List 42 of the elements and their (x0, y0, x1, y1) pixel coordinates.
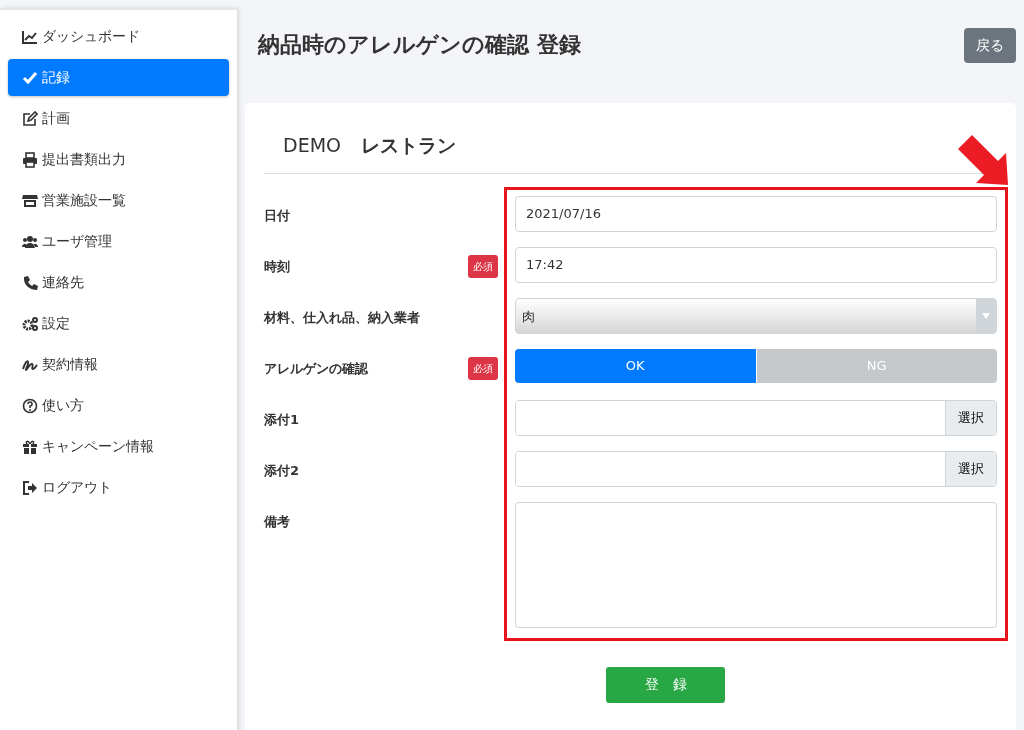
chart-line-icon (22, 28, 38, 45)
sign-out-icon (22, 479, 38, 496)
sidebar-item[interactable]: 営業施設一覧 (8, 182, 229, 219)
remarks-field[interactable] (515, 501, 997, 628)
sidebar-item[interactable]: 記録 (8, 59, 229, 96)
toggle-option[interactable]: OK (515, 348, 756, 383)
sidebar-item[interactable]: 計画 (8, 100, 229, 137)
field-label: 材料、仕入れ品、納入業者 (264, 308, 420, 327)
page-title: 納品時のアレルゲンの確認 登録 (258, 32, 581, 59)
input-field[interactable]: 2021/07/16 (515, 195, 997, 232)
facility-name: レストラン (361, 133, 456, 158)
users-icon (22, 233, 38, 250)
print-icon (22, 151, 38, 168)
input-field[interactable]: 17:42 (515, 246, 997, 283)
field-label: 添付2 (264, 461, 300, 480)
sidebar-item[interactable]: 連絡先 (8, 264, 229, 301)
caret-icon (982, 312, 990, 319)
required-badge: 必須 (468, 356, 498, 380)
sidebar-item[interactable]: ログアウト (8, 469, 229, 506)
sidebar-item[interactable]: 設定 (8, 305, 229, 342)
check-icon (22, 69, 38, 86)
sidebar-item[interactable]: 契約情報 (8, 346, 229, 383)
question-circle-icon (22, 397, 38, 414)
field-label: アレルゲンの確認 (264, 359, 368, 378)
sidebar-item[interactable]: ダッシュボード (8, 18, 229, 55)
sidebar-item[interactable]: 使い方 (8, 387, 229, 424)
gears-icon (22, 315, 38, 332)
back-button[interactable]: 戻る (964, 28, 1016, 63)
phone-icon (22, 274, 38, 291)
field-label: 添付1 (264, 410, 300, 429)
store-icon (22, 192, 38, 209)
sidebar-item[interactable]: 提出書類出力 (8, 141, 229, 178)
field-label: 日付 (264, 206, 290, 225)
facility-prefix: DEMO (283, 133, 341, 158)
field-label: 備考 (264, 512, 290, 531)
select-field[interactable]: 肉 (515, 297, 997, 334)
required-badge: 必須 (468, 254, 498, 278)
sidebar-item[interactable]: キャンペーン情報 (8, 428, 229, 465)
sidebar-item[interactable]: ユーザ管理 (8, 223, 229, 260)
gift-icon (22, 438, 38, 455)
edit-icon (22, 110, 38, 127)
field-label: 時刻 (264, 257, 290, 276)
